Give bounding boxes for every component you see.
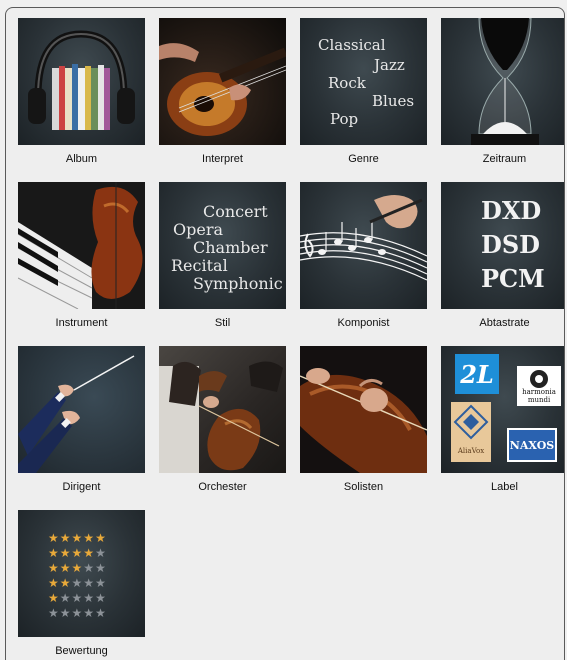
rating-stars-icon: ★★★★★ ★★★★★ ★★★★★ ★★★★★ ★★★★★ ★★★★★ <box>18 510 145 637</box>
guitar-player-icon <box>159 18 286 145</box>
orchestra-strings-icon <box>159 346 286 473</box>
filled-star-icon: ★ <box>48 531 60 545</box>
tile-label: Stil <box>214 317 231 329</box>
filled-star-icon: ★ <box>59 531 72 545</box>
tile-solisten[interactable]: Solisten <box>300 346 427 510</box>
empty-star-icon: ★ <box>95 591 107 605</box>
filled-star-icon: ★ <box>48 576 60 590</box>
tile-komponist[interactable]: Komponist <box>300 182 427 346</box>
tile-label: Label <box>491 481 518 493</box>
filled-star-icon: ★ <box>48 546 60 560</box>
tile-label-category[interactable]: 2L harmonia mundi AliaVox NAXOS Label <box>441 346 564 510</box>
star-row-3: ★★★★★ <box>48 562 107 575</box>
logo-naxos: NAXOS <box>507 428 557 462</box>
logo-2l: 2L <box>455 354 499 394</box>
style-words-icon: Concert Opera Chamber Recital Symphonic <box>159 182 286 309</box>
empty-star-icon: ★ <box>95 576 107 590</box>
tile-label: Zeitraum <box>482 153 527 165</box>
genre-word: Pop <box>330 110 359 128</box>
filled-star-icon: ★ <box>83 531 96 545</box>
tile-zeitraum[interactable]: Zeitraum <box>441 18 564 182</box>
logo-harmonia-mundi: harmonia mundi <box>517 366 561 406</box>
tile-label: Solisten <box>343 481 384 493</box>
tile-dirigent[interactable]: Dirigent <box>18 346 145 510</box>
empty-star-icon: ★ <box>83 606 96 620</box>
soloist-violin-icon <box>300 346 427 473</box>
star-row-0: ★★★★★ <box>48 607 107 620</box>
tile-instrument[interactable]: Instrument <box>18 182 145 346</box>
tile-label: Dirigent <box>62 481 101 493</box>
conductor-icon <box>18 346 145 473</box>
empty-star-icon: ★ <box>95 561 107 575</box>
star-row-1: ★★★★★ <box>48 592 107 605</box>
filled-star-icon: ★ <box>59 561 72 575</box>
logo-aliavox: AliaVox <box>451 402 491 462</box>
genre-words-icon: Classical Jazz Rock Blues Pop <box>300 18 427 145</box>
empty-star-icon: ★ <box>59 606 72 620</box>
filled-star-icon: ★ <box>83 546 96 560</box>
star-row-4: ★★★★★ <box>48 547 107 560</box>
filled-star-icon: ★ <box>95 531 107 545</box>
style-word: Opera <box>173 220 224 239</box>
genre-word: Rock <box>328 74 366 92</box>
record-labels-icon: 2L harmonia mundi AliaVox NAXOS <box>441 346 564 473</box>
tile-label: Album <box>65 153 98 165</box>
filled-star-icon: ★ <box>48 561 60 575</box>
filled-star-icon: ★ <box>48 591 60 605</box>
album-headphones-icon <box>18 18 145 145</box>
hourglass-icon <box>441 18 564 145</box>
genre-word: Jazz <box>374 56 405 74</box>
empty-star-icon: ★ <box>48 606 60 620</box>
style-word: Chamber <box>193 238 268 257</box>
empty-star-icon: ★ <box>59 591 72 605</box>
star-row-5: ★★★★★ <box>48 532 107 545</box>
tile-label: Komponist <box>337 317 390 329</box>
empty-star-icon: ★ <box>71 576 84 590</box>
genre-word: Classical <box>318 36 386 54</box>
empty-star-icon: ★ <box>83 561 96 575</box>
browse-window: Album Interpret Classical Jazz Rock Blue… <box>5 7 565 660</box>
rate-word: PCM <box>481 264 545 293</box>
composer-sheet-music-icon <box>300 182 427 309</box>
empty-star-icon: ★ <box>83 576 96 590</box>
filled-star-icon: ★ <box>71 546 84 560</box>
piano-violin-icon <box>18 182 145 309</box>
filled-star-icon: ★ <box>59 546 72 560</box>
filled-star-icon: ★ <box>71 561 84 575</box>
tile-stil[interactable]: Concert Opera Chamber Recital Symphonic … <box>159 182 286 346</box>
empty-star-icon: ★ <box>71 591 84 605</box>
style-word: Symphonic <box>193 274 283 293</box>
tile-orchester[interactable]: Orchester <box>159 346 286 510</box>
tile-bewertung[interactable]: ★★★★★ ★★★★★ ★★★★★ ★★★★★ ★★★★★ ★★★★★ Bewertung <box>18 510 145 660</box>
rate-word: DSD <box>481 230 540 259</box>
empty-star-icon: ★ <box>71 606 84 620</box>
tile-interpret[interactable]: Interpret <box>159 18 286 182</box>
tile-album[interactable]: Album <box>18 18 145 182</box>
star-row-2: ★★★★★ <box>48 577 107 590</box>
filled-star-icon: ★ <box>71 531 84 545</box>
tile-label: Instrument <box>55 317 108 329</box>
genre-word: Blues <box>372 92 415 110</box>
empty-star-icon: ★ <box>83 591 96 605</box>
tile-abtastrate[interactable]: DXD DSD PCM Abtastrate <box>441 182 564 346</box>
tile-label: Genre <box>348 153 379 165</box>
tile-label: Orchester <box>198 481 247 493</box>
empty-star-icon: ★ <box>95 606 107 620</box>
tile-label: Abtastrate <box>479 317 530 329</box>
tile-genre[interactable]: Classical Jazz Rock Blues Pop Genre <box>300 18 427 182</box>
rate-word: DXD <box>481 196 542 225</box>
style-word: Recital <box>171 256 228 275</box>
filled-star-icon: ★ <box>59 576 72 590</box>
style-word: Concert <box>203 202 268 221</box>
sample-rate-icon: DXD DSD PCM <box>441 182 564 309</box>
tile-label: Bewertung <box>55 645 108 657</box>
tile-label: Interpret <box>202 153 243 165</box>
category-grid: Album Interpret Classical Jazz Rock Blue… <box>18 18 564 660</box>
empty-star-icon: ★ <box>95 546 107 560</box>
